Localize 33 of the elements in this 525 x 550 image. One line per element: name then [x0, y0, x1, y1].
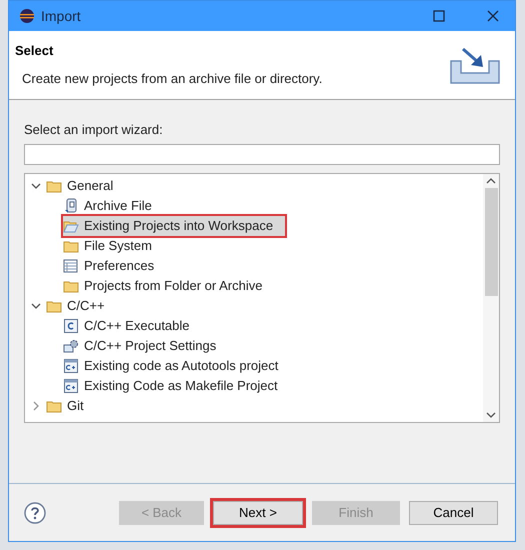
tree-item[interactable]: C/C++ Project Settings [63, 336, 228, 356]
page-title: Select [15, 42, 54, 60]
settings-icon [63, 338, 79, 354]
import-tray-icon [449, 47, 501, 85]
tree-item[interactable]: C/C++ [67, 296, 105, 316]
maximize-icon[interactable] [433, 10, 445, 22]
expand-icon[interactable] [31, 400, 41, 410]
scrollbar[interactable] [483, 174, 499, 422]
table-icon [63, 258, 79, 274]
scroll-thumb[interactable] [484, 188, 498, 296]
help-icon[interactable] [24, 502, 46, 524]
collapse-icon[interactable] [31, 180, 41, 190]
c-file-icon [63, 318, 79, 334]
tree-item[interactable]: Existing Code as Makefile Project [63, 376, 290, 396]
wizard-button[interactable]: Cancel [409, 500, 498, 524]
tree-item[interactable]: Existing code as Autotools project [63, 356, 290, 376]
tree-item[interactable]: General [67, 176, 114, 196]
filter-label: Select an import wizard: [24, 121, 164, 139]
archive-icon [63, 198, 79, 214]
page-description: Create new projects from an archive file or directory. [22, 70, 322, 88]
cpp-file-icon [63, 358, 79, 374]
tree-item[interactable]: Git [67, 396, 84, 416]
tree-item[interactable]: Existing Projects into Workspace [63, 216, 286, 236]
window-title: Import [41, 6, 81, 26]
collapse-icon[interactable] [31, 300, 41, 310]
tree-item[interactable]: Preferences [63, 256, 166, 276]
cpp-file-icon [63, 378, 79, 394]
app-icon [19, 8, 35, 24]
tree-item[interactable]: C/C++ Executable [63, 316, 202, 336]
tree-item[interactable]: File System [63, 236, 164, 256]
tree-item[interactable]: Archive File [63, 196, 164, 216]
tree-item[interactable]: Projects from Folder or Archive [63, 276, 274, 296]
close-icon[interactable] [487, 10, 499, 22]
